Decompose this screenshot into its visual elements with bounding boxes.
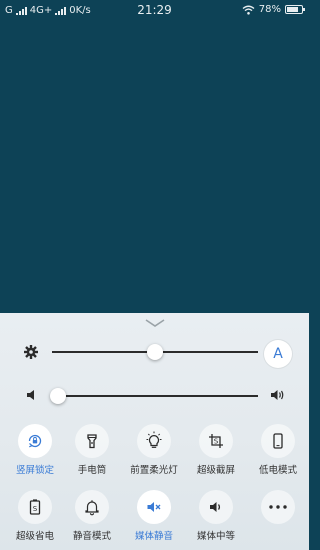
volume-slider-knob[interactable] — [50, 388, 67, 404]
tile-label: 超级截屏 — [196, 465, 235, 476]
rotation-lock-icon — [28, 434, 42, 448]
bell-icon — [85, 500, 99, 516]
tile-label: 超级省电 — [15, 531, 54, 542]
tile-label: 低电模式 — [258, 465, 297, 476]
tile-media-medium[interactable]: 媒体中等 — [186, 490, 246, 542]
wifi-icon — [242, 5, 255, 15]
status-right: 78% — [242, 4, 305, 15]
more-icon — [269, 505, 287, 509]
tile-super-screenshot-circle[interactable]: S — [199, 424, 233, 458]
tile-super-power-saving-circle[interactable]: S — [18, 490, 52, 524]
brightness-slider[interactable] — [52, 344, 258, 360]
svg-text:S: S — [33, 505, 38, 513]
speaker-loud-icon — [271, 390, 284, 400]
lightbulb-icon — [146, 431, 162, 448]
speaker-low-icon — [27, 390, 34, 400]
phone-icon — [273, 433, 283, 449]
tile-media-mute-circle[interactable] — [137, 490, 171, 524]
gear-icon — [24, 345, 38, 359]
wallpaper — [0, 22, 309, 313]
tile-label: 媒体静音 — [134, 531, 173, 542]
tile-super-screenshot[interactable]: S 超级截屏 — [186, 424, 246, 476]
quick-settings-panel: A 竖屏锁定 手电筒 前置柔光灯 S 超级截屏 低电模式 S 超级省电 静音模式… — [0, 313, 309, 550]
speaker-icon — [210, 502, 221, 512]
tile-more-circle[interactable] — [261, 490, 295, 524]
power-saving-icon: S — [29, 499, 41, 515]
tile-rotation-lock[interactable]: 竖屏锁定 — [5, 424, 65, 476]
chevron-down-icon[interactable] — [144, 317, 166, 329]
tile-more[interactable] — [248, 490, 308, 528]
tile-flashlight[interactable]: 手电筒 — [62, 424, 122, 476]
tile-low-power-mode[interactable]: 低电模式 — [248, 424, 308, 476]
volume-slider[interactable] — [50, 388, 258, 404]
tile-flashlight-circle[interactable] — [75, 424, 109, 458]
battery-percent: 78% — [258, 4, 281, 15]
tile-label: 媒体中等 — [196, 531, 235, 542]
tile-rotation-lock-circle[interactable] — [18, 424, 52, 458]
tile-silent-mode[interactable]: 静音模式 — [62, 490, 122, 542]
flashlight-icon — [87, 434, 97, 449]
tile-label: 静音模式 — [72, 531, 111, 542]
tile-super-power-saving[interactable]: S 超级省电 — [5, 490, 65, 542]
svg-text:S: S — [214, 438, 219, 446]
tile-label: 前置柔光灯 — [130, 465, 178, 476]
tile-low-power-mode-circle[interactable] — [261, 424, 295, 458]
screenshot-icon: S — [209, 434, 223, 448]
status-bar: G 4G+ 0K/s 21:29 78% — [0, 0, 309, 22]
tile-label: 竖屏锁定 — [15, 465, 54, 476]
battery-fill — [287, 7, 298, 12]
tile-label: 手电筒 — [77, 465, 107, 476]
battery-icon — [285, 5, 305, 14]
tile-silent-mode-circle[interactable] — [75, 490, 109, 524]
tile-front-fill-light[interactable]: 前置柔光灯 — [124, 424, 184, 476]
tile-media-mute[interactable]: 媒体静音 — [124, 490, 184, 542]
tile-media-medium-circle[interactable] — [199, 490, 233, 524]
speaker-mute-icon — [147, 502, 161, 512]
brightness-slider-knob[interactable] — [147, 344, 163, 360]
tile-front-fill-light-circle[interactable] — [137, 424, 171, 458]
auto-brightness-button[interactable]: A — [264, 340, 292, 368]
